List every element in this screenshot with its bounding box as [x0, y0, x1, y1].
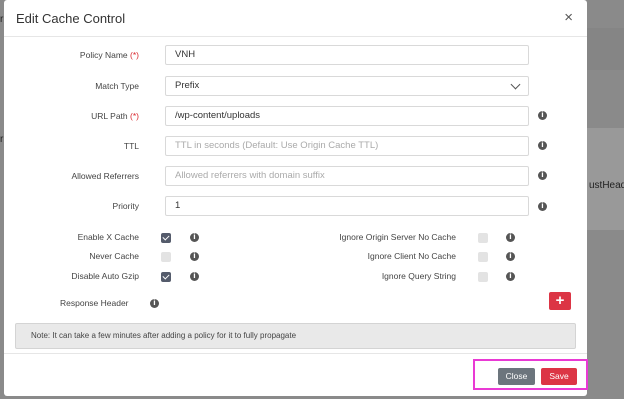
- backdrop-panel: [587, 128, 624, 230]
- match-type-value: Prefix: [175, 80, 200, 91]
- modal-footer-divider: [4, 353, 587, 354]
- allowed-referrers-label: Allowed Referrers: [71, 171, 139, 181]
- disable-auto-gzip-checkbox[interactable]: [161, 272, 171, 282]
- info-circle-icon[interactable]: i: [506, 252, 515, 261]
- save-button[interactable]: Save: [541, 368, 577, 385]
- add-response-header-button[interactable]: +: [549, 292, 571, 310]
- backdrop-fragment: r: [0, 14, 4, 25]
- backdrop-fragment: ustHead: [589, 180, 624, 191]
- ignore-client-no-cache-label: Ignore Client No Cache: [367, 251, 456, 261]
- info-circle-icon[interactable]: i: [150, 299, 159, 308]
- close-icon[interactable]: ×: [564, 9, 573, 26]
- required-mark: (*): [130, 111, 139, 121]
- allowed-referrers-input[interactable]: Allowed referrers with domain suffix: [165, 166, 529, 186]
- enable-x-cache-label: Enable X Cache: [77, 232, 139, 242]
- info-circle-icon[interactable]: i: [506, 233, 515, 242]
- priority-input[interactable]: 1: [165, 196, 529, 216]
- disable-auto-gzip-label: Disable Auto Gzip: [71, 271, 139, 281]
- plus-icon: +: [555, 292, 565, 309]
- policy-name-label: Policy Name (*): [80, 50, 139, 60]
- match-type-select[interactable]: Prefix: [165, 76, 529, 96]
- match-type-label: Match Type: [95, 81, 139, 91]
- ignore-client-no-cache-checkbox[interactable]: [478, 252, 488, 262]
- url-path-input[interactable]: /wp-content/uploads: [165, 106, 529, 126]
- enable-x-cache-checkbox[interactable]: [161, 233, 171, 243]
- propagation-note: Note: It can take a few minutes after ad…: [15, 323, 576, 349]
- url-path-label: URL Path (*): [91, 111, 139, 121]
- backdrop-fragment: r: [0, 134, 4, 145]
- info-circle-icon[interactable]: i: [538, 171, 547, 180]
- required-mark: (*): [130, 50, 139, 60]
- info-circle-icon[interactable]: i: [538, 111, 547, 120]
- never-cache-checkbox[interactable]: [161, 252, 171, 262]
- info-circle-icon[interactable]: i: [190, 272, 199, 281]
- priority-label: Priority: [112, 201, 139, 211]
- info-circle-icon[interactable]: i: [190, 233, 199, 242]
- info-circle-icon[interactable]: i: [190, 252, 199, 261]
- url-path-label-text: URL Path: [91, 111, 128, 121]
- ignore-origin-no-cache-label: Ignore Origin Server No Cache: [339, 232, 456, 242]
- backdrop-band: [587, 28, 624, 70]
- ignore-query-string-label: Ignore Query String: [381, 271, 456, 281]
- ttl-input[interactable]: TTL in seconds (Default: Use Origin Cach…: [165, 136, 529, 156]
- policy-name-label-text: Policy Name: [79, 50, 128, 60]
- ignore-query-string-checkbox[interactable]: [478, 272, 488, 282]
- info-circle-icon[interactable]: i: [538, 202, 547, 211]
- never-cache-label: Never Cache: [89, 251, 139, 261]
- info-circle-icon[interactable]: i: [506, 272, 515, 281]
- ignore-origin-no-cache-checkbox[interactable]: [478, 233, 488, 243]
- chevron-down-icon: [510, 79, 521, 90]
- edit-cache-control-modal: Edit Cache Control × Policy Name (*) VNH…: [4, 0, 588, 396]
- response-header-label: Response Header: [60, 298, 129, 308]
- modal-title: Edit Cache Control: [16, 11, 126, 26]
- ttl-label: TTL: [123, 141, 139, 151]
- info-circle-icon[interactable]: i: [538, 141, 547, 150]
- close-button[interactable]: Close: [498, 368, 535, 385]
- modal-header: Edit Cache Control ×: [4, 0, 587, 37]
- policy-name-input[interactable]: VNH: [165, 45, 529, 65]
